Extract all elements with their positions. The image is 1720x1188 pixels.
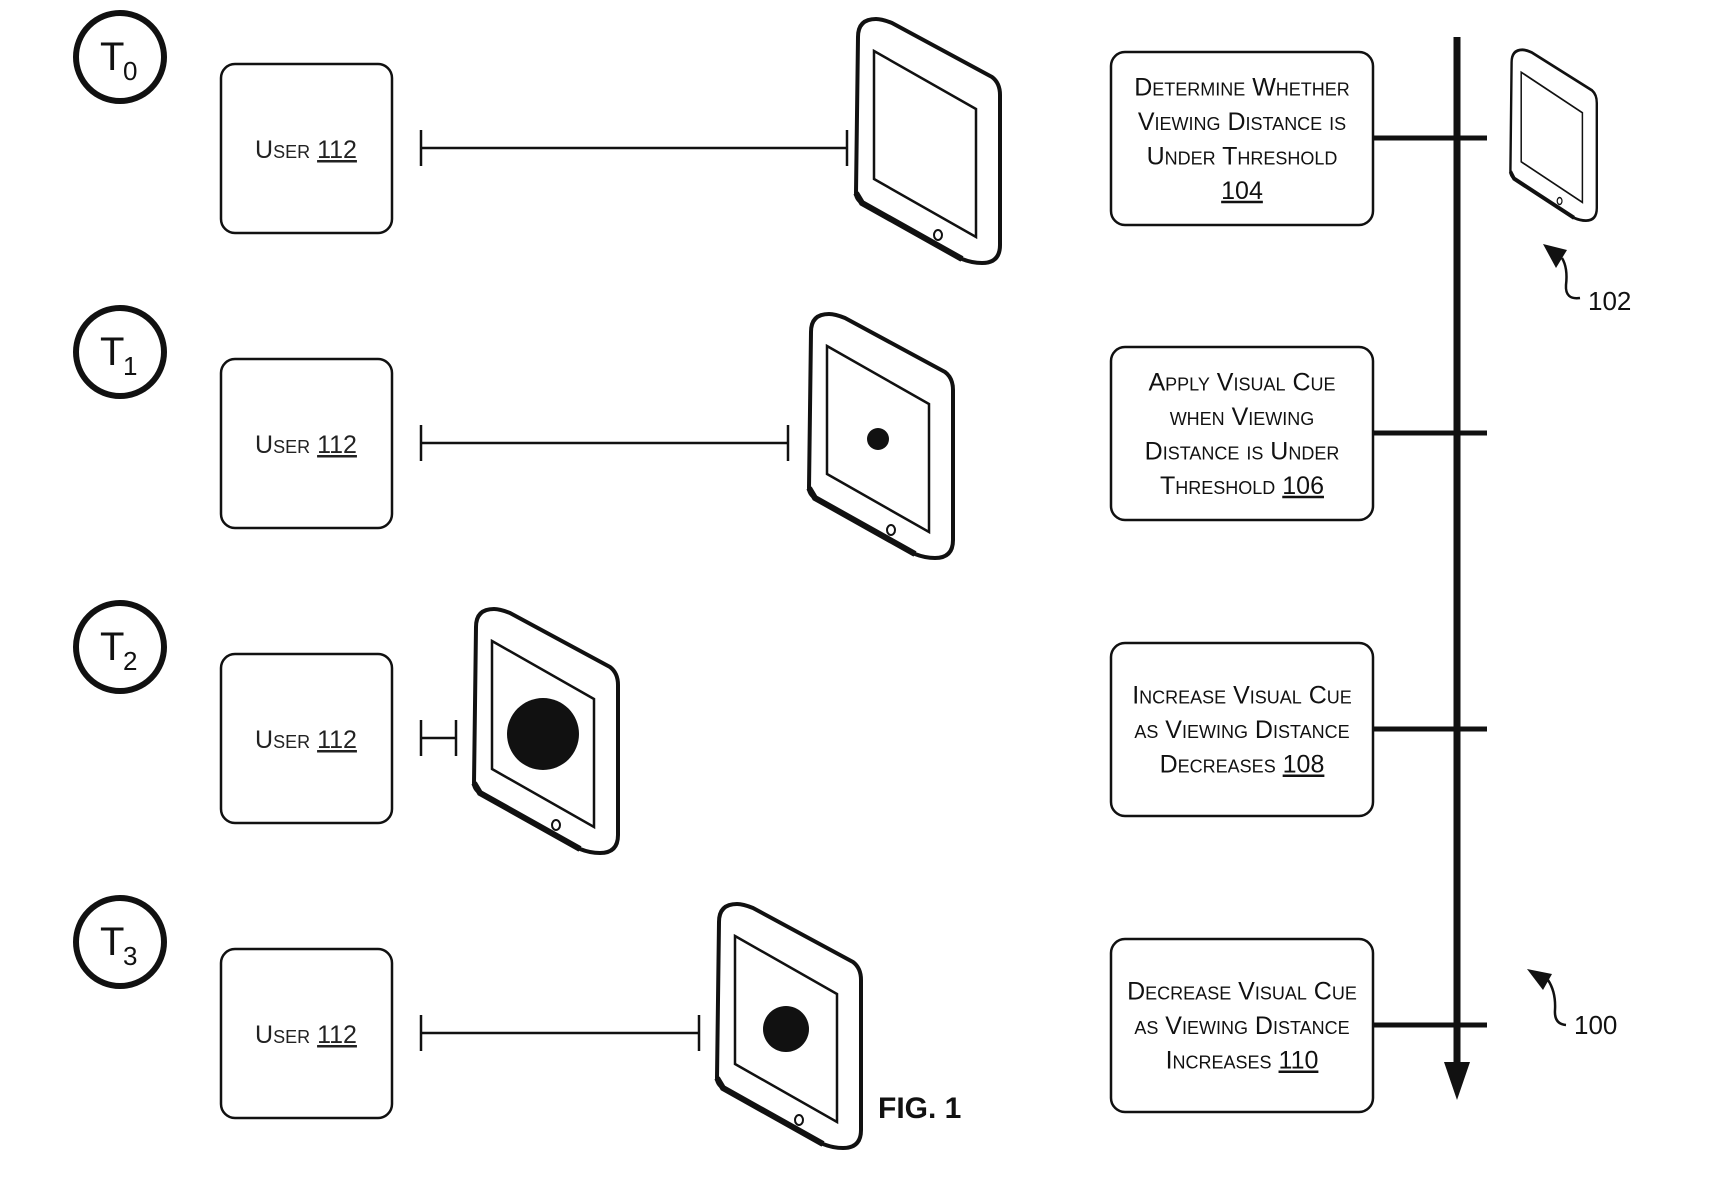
- reference-arrow-102: [1543, 244, 1581, 300]
- time-step-subscript: 3: [123, 941, 137, 971]
- process-step-text: Determine Whether: [1134, 73, 1350, 101]
- process-step-text: when Viewing: [1170, 403, 1315, 431]
- tablet-device-icon: [809, 314, 953, 558]
- user-reference-number: 112: [317, 726, 357, 754]
- tablet-device-icon: [717, 904, 861, 1148]
- user-label: User 112: [255, 431, 357, 459]
- viewing-distance-indicator: [419, 1015, 701, 1051]
- tablet-device-icon: [856, 19, 1000, 263]
- process-step-text: Distance is Under: [1145, 437, 1340, 465]
- process-step-text: Increases 110: [1166, 1047, 1319, 1075]
- process-step-reference: 108: [1283, 751, 1325, 779]
- time-step-row: T0 User 112: [73, 10, 1000, 263]
- process-step-108: Increase Visual Cue as Viewing Distance De…: [1109, 641, 1487, 818]
- reference-label-100: 100: [1574, 1010, 1617, 1040]
- viewing-distance-indicator: [419, 425, 790, 461]
- user-label: User 112: [255, 1021, 357, 1049]
- time-step-label: T: [100, 920, 124, 964]
- process-step-text: Threshold 106: [1160, 472, 1324, 500]
- process-step-106: Apply Visual Cue when Viewing Distance is …: [1109, 345, 1487, 522]
- process-step-reference: 106: [1282, 472, 1324, 500]
- viewing-distance-indicator: [419, 130, 849, 166]
- viewing-distance-indicator: [419, 720, 458, 756]
- process-step-text: Increase Visual Cue: [1132, 682, 1352, 710]
- process-step-text: as Viewing Distance: [1134, 716, 1349, 744]
- reference-arrow-100: [1527, 969, 1567, 1027]
- process-step-reference: 110: [1279, 1047, 1319, 1075]
- process-step-104: Determine Whether Viewing Distance is Unde…: [1109, 50, 1487, 227]
- user-label-text: User: [255, 431, 310, 459]
- user-label: User 112: [255, 136, 357, 164]
- time-step-subscript: 2: [123, 646, 137, 676]
- time-step-label: T: [100, 35, 124, 79]
- process-step-reference: 104: [1221, 177, 1263, 205]
- user-reference-number: 112: [317, 431, 357, 459]
- patent-figure: T0User 112T1User 112T2User 112T3User 112…: [73, 10, 1631, 1188]
- user-label-text: User: [255, 136, 310, 164]
- process-step-text: as Viewing Distance: [1134, 1012, 1349, 1040]
- time-step-row: T2 User 112: [73, 600, 618, 853]
- reference-label-102: 102: [1588, 286, 1631, 316]
- process-step-110: Decrease Visual Cue as Viewing Distance In…: [1109, 937, 1487, 1114]
- time-step-subscript: 0: [123, 56, 137, 86]
- device-102-tablet-icon: [1510, 50, 1596, 221]
- visual-cue-dot: [507, 698, 579, 770]
- process-step-text: Apply Visual Cue: [1148, 368, 1335, 396]
- user-reference-number: 112: [317, 1021, 357, 1049]
- tablet-device-icon: [474, 609, 618, 853]
- user-label-text: User: [255, 726, 310, 754]
- time-step-label: T: [100, 625, 124, 669]
- user-label-text: User: [255, 1021, 310, 1049]
- process-step-text: Viewing Distance is: [1138, 108, 1346, 136]
- visual-cue-dot: [867, 428, 889, 450]
- time-step-row: T3 User 112: [73, 895, 861, 1148]
- visual-cue-dot: [763, 1006, 809, 1052]
- time-step-subscript: 1: [123, 351, 137, 381]
- user-label: User 112: [255, 726, 357, 754]
- user-reference-number: 112: [317, 136, 357, 164]
- figure-caption: FIG. 1: [878, 1092, 961, 1125]
- process-step-text: Decrease Visual Cue: [1127, 978, 1357, 1006]
- process-step-text: Decreases 108: [1160, 751, 1325, 779]
- time-step-label: T: [100, 330, 124, 374]
- time-step-row: T1 User 112: [73, 305, 953, 558]
- process-step-text: Under Threshold: [1147, 142, 1338, 170]
- timeline-arrowhead: [1444, 1062, 1470, 1100]
